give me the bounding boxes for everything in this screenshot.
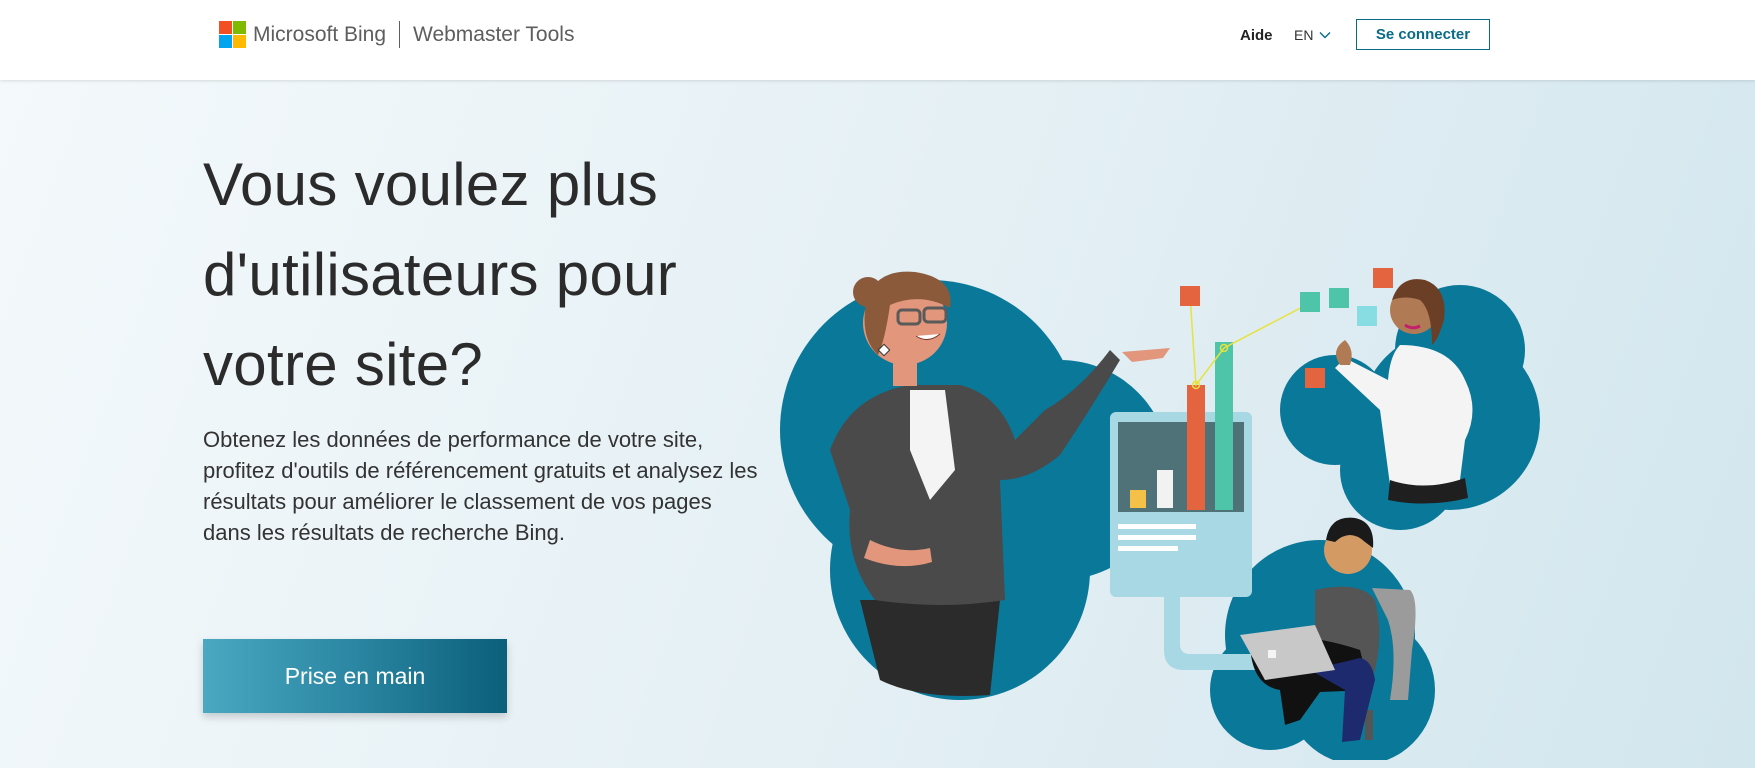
chevron-down-icon — [1319, 32, 1331, 39]
people-analytics-illustration — [780, 268, 1540, 760]
top-header: Microsoft Bing Webmaster Tools Aide EN S… — [0, 0, 1755, 80]
get-started-button[interactable]: Prise en main — [203, 639, 507, 713]
logo-square-yellow — [233, 35, 246, 48]
logo-square-green — [233, 21, 246, 34]
help-link[interactable]: Aide — [1240, 27, 1273, 45]
logo-square-red — [219, 21, 232, 34]
language-selector[interactable]: EN — [1294, 26, 1331, 44]
hero-description: Obtenez les données de performance de vo… — [203, 427, 758, 545]
hero-section: Vous voulez plus d'utilisateurs pour vot… — [0, 80, 1755, 768]
microsoft-logo-icon[interactable] — [219, 21, 246, 48]
brand-divider — [399, 21, 400, 48]
logo-square-blue — [219, 35, 232, 48]
brand-name[interactable]: Microsoft Bing — [253, 22, 386, 48]
language-selected: EN — [1294, 27, 1314, 43]
product-name[interactable]: Webmaster Tools — [413, 22, 574, 48]
sign-in-button[interactable]: Se connecter — [1356, 19, 1490, 50]
hero-title: Vous voulez plus d'utilisateurs pour vot… — [203, 151, 678, 398]
